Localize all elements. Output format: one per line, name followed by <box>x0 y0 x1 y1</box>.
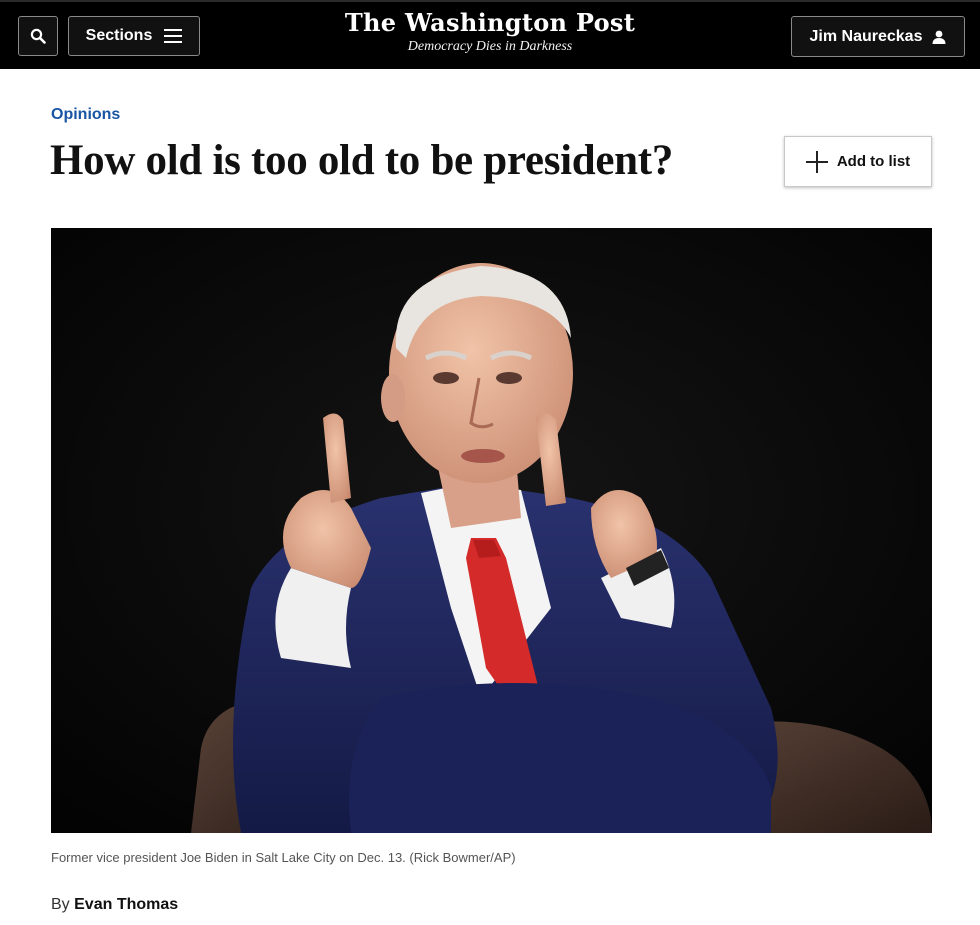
tagline: Democracy Dies in Darkness <box>407 39 573 54</box>
plus-icon <box>805 150 828 173</box>
add-to-list-button[interactable]: Add to list <box>784 136 932 187</box>
byline-prefix: By <box>51 896 70 913</box>
user-name: Jim Naureckas <box>809 27 923 45</box>
section-kicker-link[interactable]: Opinions <box>51 106 120 124</box>
photo-caption: Former vice president Joe Biden in Salt … <box>51 850 516 865</box>
sections-label: Sections <box>85 27 153 44</box>
person-icon <box>932 30 946 44</box>
article-headline: How old is too old to be president? <box>50 137 674 184</box>
masthead[interactable]: The Washington Post Democracy Dies in Da… <box>340 8 640 56</box>
byline: By Evan Thomas <box>51 896 178 914</box>
add-to-list-label: Add to list <box>836 153 911 170</box>
sections-menu-button[interactable]: Sections <box>68 16 200 56</box>
lead-photo[interactable] <box>51 228 932 833</box>
top-navigation-bar: Sections The Washington Post Democracy D… <box>0 0 980 69</box>
search-button[interactable] <box>18 16 58 56</box>
author-link[interactable]: Evan Thomas <box>74 896 178 913</box>
search-icon <box>30 28 46 44</box>
lead-photo-illustration <box>51 228 932 833</box>
washington-post-logo: The Washington Post <box>344 8 636 37</box>
hamburger-menu-icon <box>164 29 183 43</box>
user-account-button[interactable]: Jim Naureckas <box>791 16 965 57</box>
